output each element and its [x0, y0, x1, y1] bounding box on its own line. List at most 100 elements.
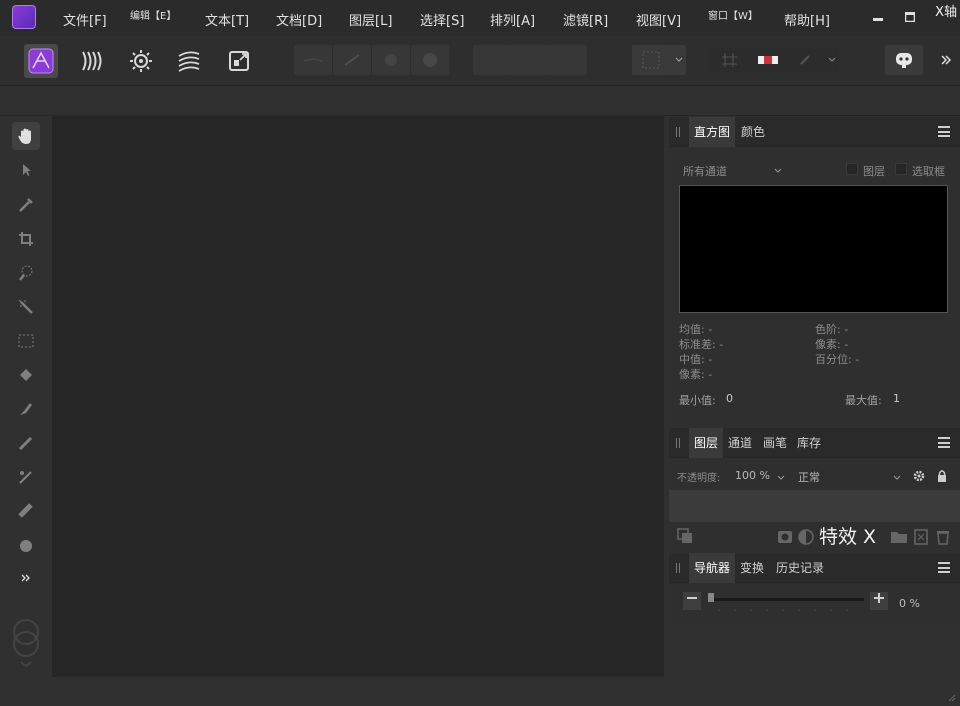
- layer-checkbox[interactable]: [846, 163, 858, 175]
- assistant-manager-button[interactable]: [885, 45, 923, 75]
- pixel-layer-icon: [914, 529, 928, 545]
- healing-brush-tool[interactable]: [12, 497, 40, 525]
- blend-mode-dropdown[interactable]: [892, 471, 902, 485]
- menu-view[interactable]: 视图[V]: [636, 10, 681, 29]
- toolbar-overflow-button[interactable]: [940, 53, 952, 70]
- panel-menu-icon[interactable]: [938, 562, 950, 573]
- tab-histogram[interactable]: 直方图: [689, 117, 736, 147]
- panel-grip-icon[interactable]: [676, 438, 680, 448]
- fx-label[interactable]: 特效 X: [819, 522, 876, 549]
- tone-mapping-persona-button[interactable]: [172, 44, 206, 78]
- assistant-button-2[interactable]: [511, 45, 549, 75]
- liquify-persona-button[interactable]: [74, 44, 108, 78]
- tab-stock[interactable]: 库存: [792, 428, 826, 458]
- auto-colors-button[interactable]: [372, 45, 410, 75]
- menu-document[interactable]: 文档[D]: [276, 10, 322, 29]
- selection-brush-tool[interactable]: [12, 259, 40, 287]
- color-picker-tool[interactable]: [12, 191, 40, 219]
- channel-dropdown-chevron[interactable]: [773, 164, 783, 178]
- stat-median: 中值: -: [679, 353, 713, 366]
- selection-checkbox[interactable]: [895, 163, 907, 175]
- menu-help[interactable]: 帮助[H]: [784, 10, 830, 29]
- lock-button[interactable]: [933, 467, 951, 485]
- gear-icon: [913, 470, 925, 482]
- auto-contrast-button[interactable]: [333, 45, 371, 75]
- snapping-button[interactable]: [787, 45, 825, 75]
- menu-text[interactable]: 文本[T]: [205, 10, 249, 29]
- menu-filters[interactable]: 滤镜[R]: [563, 10, 608, 29]
- rectangle-marquee-icon: [18, 334, 34, 348]
- export-persona-icon: [229, 51, 249, 71]
- selection-mode-dropdown[interactable]: [672, 45, 686, 75]
- maximize-button[interactable]: [900, 8, 920, 28]
- opacity-dropdown[interactable]: [776, 471, 786, 485]
- zoom-slider-handle[interactable]: [708, 593, 714, 602]
- selection-mode-button[interactable]: [632, 45, 672, 75]
- channel-select[interactable]: 所有通道: [683, 163, 727, 179]
- blur-brush-tool[interactable]: [12, 531, 40, 559]
- folder-icon: [891, 532, 907, 543]
- delete-layer-button[interactable]: [934, 528, 952, 546]
- develop-persona-button[interactable]: [124, 44, 158, 78]
- menu-layer[interactable]: 图层[L]: [349, 10, 392, 29]
- tab-transform[interactable]: 变换: [735, 553, 769, 583]
- blend-options-button[interactable]: [910, 467, 928, 485]
- more-tools-button[interactable]: [20, 572, 32, 587]
- marquee-tool[interactable]: [12, 327, 40, 355]
- panel-grip-icon[interactable]: [676, 563, 680, 573]
- flood-fill-tool[interactable]: [12, 361, 40, 389]
- double-chevron-right-icon: [21, 574, 30, 582]
- affinity-photo-logo-icon[interactable]: [12, 5, 36, 29]
- auto-levels-button[interactable]: [294, 45, 332, 75]
- add-pixel-layer-button[interactable]: [912, 528, 930, 546]
- color-swatches[interactable]: [11, 618, 43, 673]
- histogram-panel-header: 直方图 颜色: [669, 117, 960, 147]
- paint-brush-tool[interactable]: [12, 395, 40, 423]
- adjustment-layer-button[interactable]: [797, 528, 815, 546]
- tab-history[interactable]: 历史记录: [771, 553, 829, 583]
- opacity-value[interactable]: 100 %: [735, 469, 770, 482]
- tab-channels[interactable]: 通道: [723, 428, 757, 458]
- zoom-in-button[interactable]: [870, 592, 888, 610]
- quick-mask-button[interactable]: [749, 45, 787, 75]
- panel-grip-icon[interactable]: [676, 127, 680, 137]
- zoom-out-button[interactable]: [683, 592, 701, 610]
- export-persona-button[interactable]: [222, 44, 256, 78]
- add-group-button[interactable]: [890, 528, 908, 546]
- panel-menu-icon[interactable]: [938, 126, 950, 137]
- panel-menu-icon[interactable]: [938, 437, 950, 448]
- crop-tool[interactable]: [12, 225, 40, 253]
- adjustment-icon: [798, 529, 814, 545]
- menu-arrange[interactable]: 排列[A]: [490, 10, 535, 29]
- menu-window[interactable]: 窗口【W】: [708, 7, 758, 22]
- flood-select-tool[interactable]: [12, 293, 40, 321]
- zoom-slider[interactable]: [709, 598, 864, 601]
- zoom-slider-ticks: [711, 608, 861, 612]
- tab-layers[interactable]: 图层: [689, 428, 724, 458]
- menu-edit[interactable]: 编辑【E】: [130, 7, 176, 22]
- assistant-button-3[interactable]: [549, 45, 587, 75]
- resize-grip-icon[interactable]: [946, 692, 956, 702]
- tab-brushes[interactable]: 画笔: [758, 428, 792, 458]
- dodge-brush-tool[interactable]: [12, 429, 40, 457]
- layer-list[interactable]: [669, 490, 960, 522]
- tab-navigator[interactable]: 导航器: [689, 553, 736, 583]
- view-tool[interactable]: [12, 122, 40, 150]
- tab-color[interactable]: 颜色: [736, 117, 770, 147]
- mask-layer-button[interactable]: [776, 528, 794, 546]
- minimize-button[interactable]: [868, 8, 888, 28]
- menu-select[interactable]: 选择[S]: [420, 10, 464, 29]
- layer-copy-button[interactable]: [676, 527, 694, 545]
- crop-button[interactable]: [711, 45, 749, 75]
- snapping-dropdown[interactable]: [825, 45, 839, 75]
- clone-brush-tool[interactable]: [12, 463, 40, 491]
- assistant-button-1[interactable]: [473, 45, 511, 75]
- blend-mode-select[interactable]: 正常: [798, 469, 820, 485]
- menu-file[interactable]: 文件[F]: [63, 10, 107, 29]
- layer-checkbox-label: 图层: [863, 165, 885, 178]
- move-tool[interactable]: [12, 156, 40, 184]
- opacity-label: 不透明度:: [677, 473, 721, 484]
- document-canvas[interactable]: [52, 116, 664, 677]
- auto-white-balance-button[interactable]: [411, 45, 449, 75]
- photo-persona-button[interactable]: [24, 44, 58, 78]
